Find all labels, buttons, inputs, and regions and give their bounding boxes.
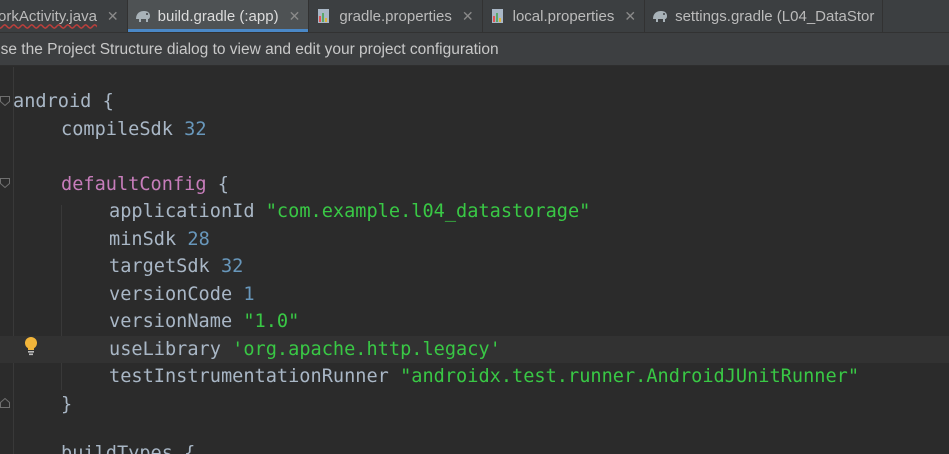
editor-tab-bar: orkActivity.java ✕ build.gradle (:app) ✕ gra… <box>0 0 949 33</box>
prop-versionName: versionName <box>109 311 233 332</box>
close-icon[interactable]: ✕ <box>462 8 474 25</box>
code-line-5: minSdk 28 <box>0 226 949 254</box>
value-applicationId: "com.example.l04_datastorage" <box>265 201 591 222</box>
close-icon[interactable]: ✕ <box>289 8 301 25</box>
tab-label: gradle.properties <box>339 7 452 25</box>
code-line-10: testInstrumentationRunner "androidx.test… <box>0 363 949 391</box>
code-line-9: useLibrary 'org.apache.http.legacy' <box>0 335 949 363</box>
code-line-2: compileSdk 32 <box>0 116 949 144</box>
value-versionCode: 1 <box>243 283 255 305</box>
tab-label: build.gradle (:app) <box>157 7 279 25</box>
open-brace: { <box>102 91 114 112</box>
code-line-11: } <box>0 391 949 419</box>
code-line-12: buildTypes { <box>0 440 949 454</box>
prop-targetSdk: targetSdk <box>109 256 210 277</box>
open-brace: { <box>217 173 229 195</box>
tab-label: settings.gradle (L04_DataStor <box>675 7 875 25</box>
lightbulb-icon[interactable] <box>23 336 39 356</box>
block-buildTypes-partial: buildTypes { <box>61 443 196 454</box>
prop-applicationId: applicationId <box>109 201 255 222</box>
tab-label: local.properties <box>512 7 615 25</box>
project-structure-banner: use the Project Structure dialog to view… <box>0 33 949 66</box>
value-useLibrary: 'org.apache.http.legacy' <box>232 338 501 360</box>
fold-marker-icon[interactable] <box>0 178 10 188</box>
value-targetSdk: 32 <box>220 256 244 277</box>
code-line-7: versionCode 1 <box>0 281 949 309</box>
code-line-4: applicationId "com.example.l04_datastora… <box>0 198 949 226</box>
close-icon[interactable]: ✕ <box>624 8 636 25</box>
tab-3[interactable]: local.properties ✕ <box>483 0 646 32</box>
code-line-3: defaultConfig { <box>0 171 949 199</box>
value-testInstrumentationRunner: "androidx.test.runner.AndroidJUnitRunner… <box>400 366 860 387</box>
tab-0[interactable]: orkActivity.java ✕ <box>0 0 128 32</box>
block-defaultConfig: defaultConfig <box>61 173 207 195</box>
prop-minSdk: minSdk <box>109 228 177 250</box>
code-editor[interactable]: android { compileSdk 32 defaultConfig { … <box>0 67 949 454</box>
properties-file-icon <box>315 7 333 25</box>
banner-text: use the Project Structure dialog to view… <box>0 41 499 58</box>
gradle-elephant-icon <box>651 7 669 25</box>
fold-marker-icon[interactable] <box>0 96 10 106</box>
close-brace: } <box>61 393 73 415</box>
tab-2[interactable]: gradle.properties ✕ <box>309 0 483 32</box>
code-line-1: android { <box>0 88 949 116</box>
tab-1[interactable]: build.gradle (:app) ✕ <box>127 0 310 32</box>
close-icon[interactable]: ✕ <box>107 8 119 25</box>
tab-4[interactable]: settings.gradle (L04_DataStor <box>645 0 884 32</box>
gradle-elephant-icon <box>134 7 152 25</box>
block-android: android <box>13 91 92 112</box>
prop-testInstrumentationRunner: testInstrumentationRunner <box>109 366 389 387</box>
value-minSdk: 28 <box>187 228 210 250</box>
value-compileSdk: 32 <box>184 118 207 140</box>
prop-compileSdk: compileSdk <box>61 118 173 140</box>
prop-versionCode: versionCode <box>109 283 233 305</box>
code-line-8: versionName "1.0" <box>0 308 949 336</box>
tab-label: orkActivity.java <box>0 7 97 25</box>
properties-file-icon <box>489 7 507 25</box>
fold-end-marker-icon[interactable] <box>0 398 10 408</box>
value-versionName: "1.0" <box>243 311 300 332</box>
code-line-6: targetSdk 32 <box>0 253 949 281</box>
